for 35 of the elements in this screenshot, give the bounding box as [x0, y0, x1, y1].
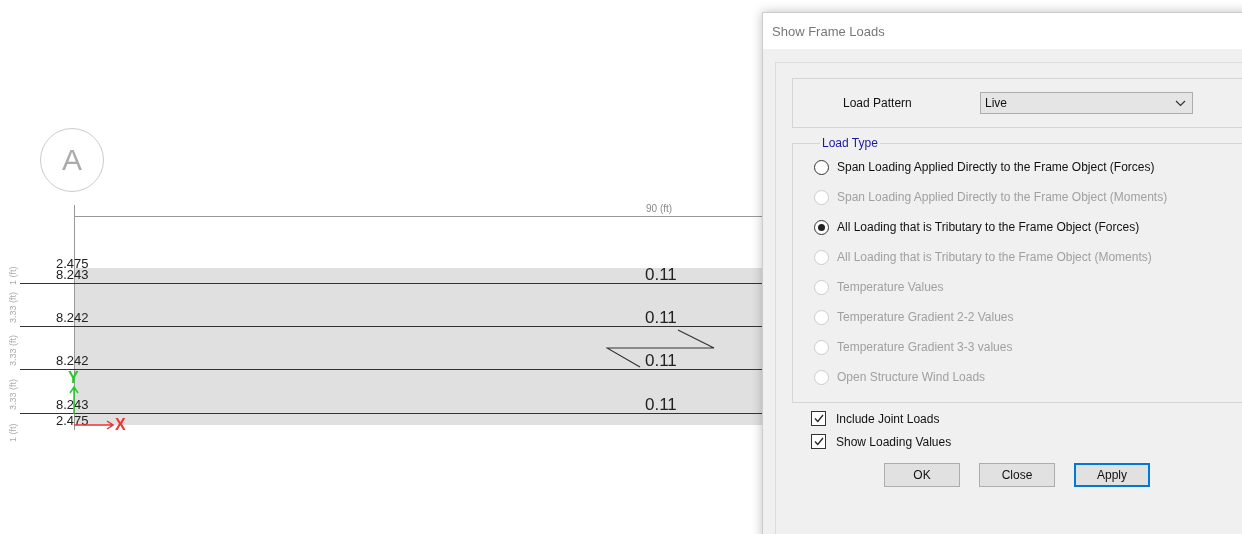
checkbox-label[interactable]: Show Loading Values	[836, 434, 952, 449]
end-value: 2.475	[56, 257, 89, 270]
load-pattern-dropdown[interactable]: Live	[980, 92, 1193, 114]
radio-button[interactable]	[814, 159, 829, 175]
checkbox-label[interactable]: Include Joint Loads	[836, 411, 940, 426]
load-value: 0.11	[645, 309, 677, 326]
load-pattern-label: Load Pattern	[843, 96, 913, 110]
dialog-button[interactable]: OK	[884, 463, 960, 487]
spacing-dimension: 1 (ft)	[9, 423, 18, 442]
end-value: 8.242	[56, 354, 89, 367]
radio-button[interactable]	[814, 219, 829, 235]
y-axis-label: Y	[68, 370, 79, 386]
checkbox[interactable]	[811, 434, 826, 449]
radio-label[interactable]: Span Loading Applied Directly to the Frame Object (Forces)	[837, 160, 1155, 174]
radio-label[interactable]: All Loading that is Tributary to the Frame Object (Forces)	[837, 220, 1140, 234]
checkmark-icon	[813, 437, 824, 446]
spacing-dimension: 3.33 (ft)	[9, 335, 18, 366]
spacing-dimension: 1 (ft)	[9, 266, 18, 285]
end-value: 8.242	[56, 311, 89, 324]
spacing-dimension: 3.33 (ft)	[9, 379, 18, 410]
end-value: 2.475	[56, 414, 89, 427]
end-value: 8.243	[56, 268, 89, 281]
chevron-down-icon	[1175, 99, 1186, 107]
spacing-dimension: 3.33 (ft)	[9, 292, 18, 323]
checkbox[interactable]	[811, 411, 826, 426]
load-value: 0.11	[645, 352, 677, 369]
dialog-title: Show Frame Loads	[763, 13, 1242, 49]
x-axis-label: X	[115, 417, 126, 433]
load-type-legend: Load Type	[820, 136, 880, 150]
load-value: 0.11	[645, 266, 677, 283]
span-dimension: 90 (ft)	[646, 203, 673, 214]
checkmark-icon	[813, 414, 824, 423]
load-value: 0.11	[645, 396, 677, 413]
dialog-button[interactable]: Apply	[1074, 463, 1150, 487]
dialog-button[interactable]: Close	[979, 463, 1055, 487]
